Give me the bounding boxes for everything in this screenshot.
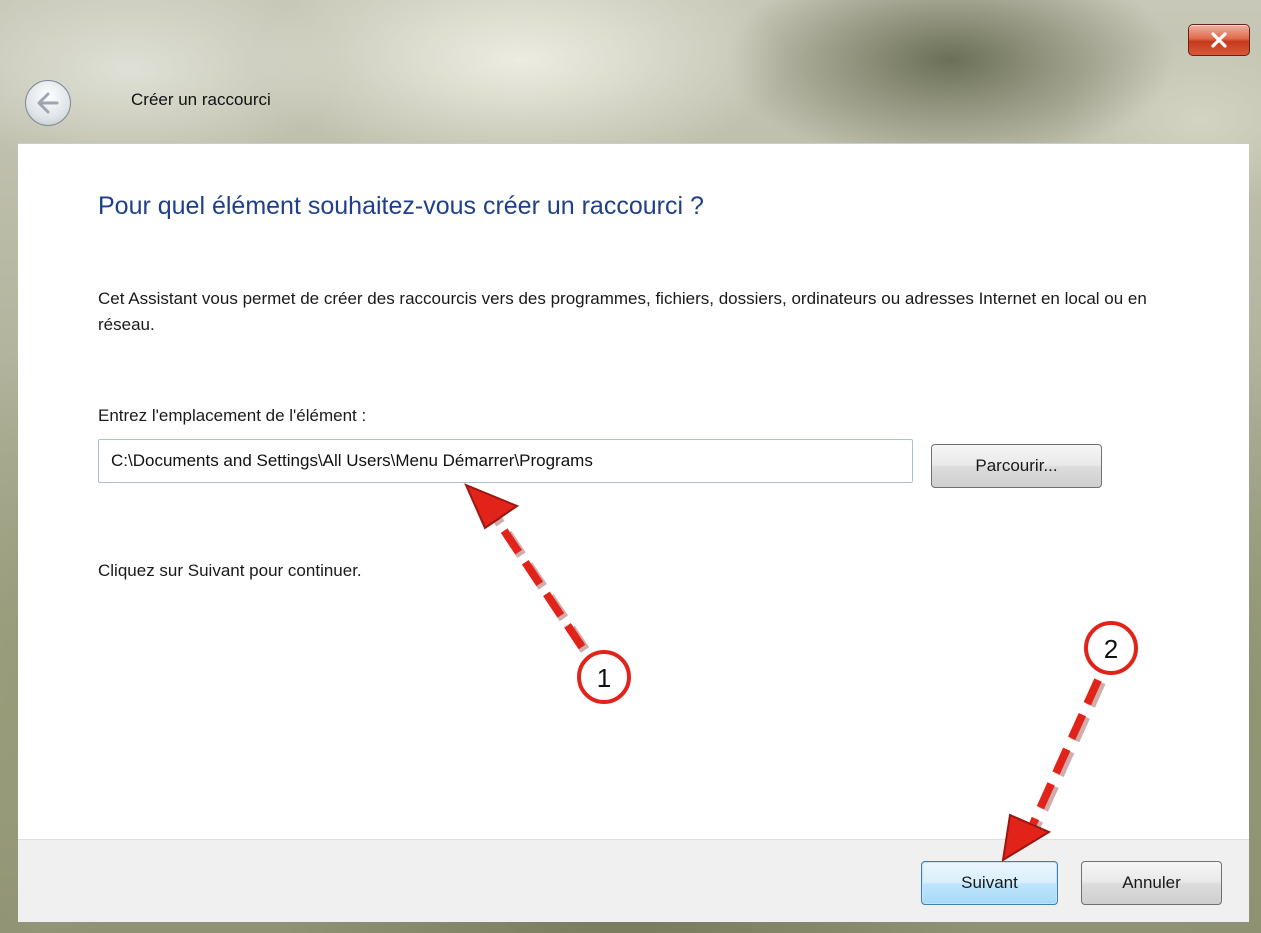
back-button[interactable] (25, 80, 71, 126)
close-icon (1211, 32, 1227, 48)
cancel-button[interactable]: Annuler (1081, 861, 1222, 905)
description-text: Cet Assistant vous permet de créer des r… (98, 289, 1147, 334)
page-heading: Pour quel élément souhaitez-vous créer u… (98, 192, 704, 220)
location-label: Entrez l'emplacement de l'élément : (98, 406, 367, 425)
next-button[interactable]: Suivant (921, 861, 1058, 905)
continue-hint: Cliquez sur Suivant pour continuer. (98, 561, 362, 580)
footer-bar: Suivant Annuler (18, 839, 1249, 922)
window-frame: Créer un raccourci Pour quel élément sou… (0, 0, 1261, 933)
window-title: Créer un raccourci (131, 90, 271, 109)
location-input[interactable] (98, 439, 913, 483)
close-button[interactable] (1188, 24, 1250, 56)
wizard-content: Pour quel élément souhaitez-vous créer u… (18, 143, 1249, 840)
browse-button[interactable]: Parcourir... (931, 444, 1102, 488)
back-arrow-icon (37, 92, 59, 114)
